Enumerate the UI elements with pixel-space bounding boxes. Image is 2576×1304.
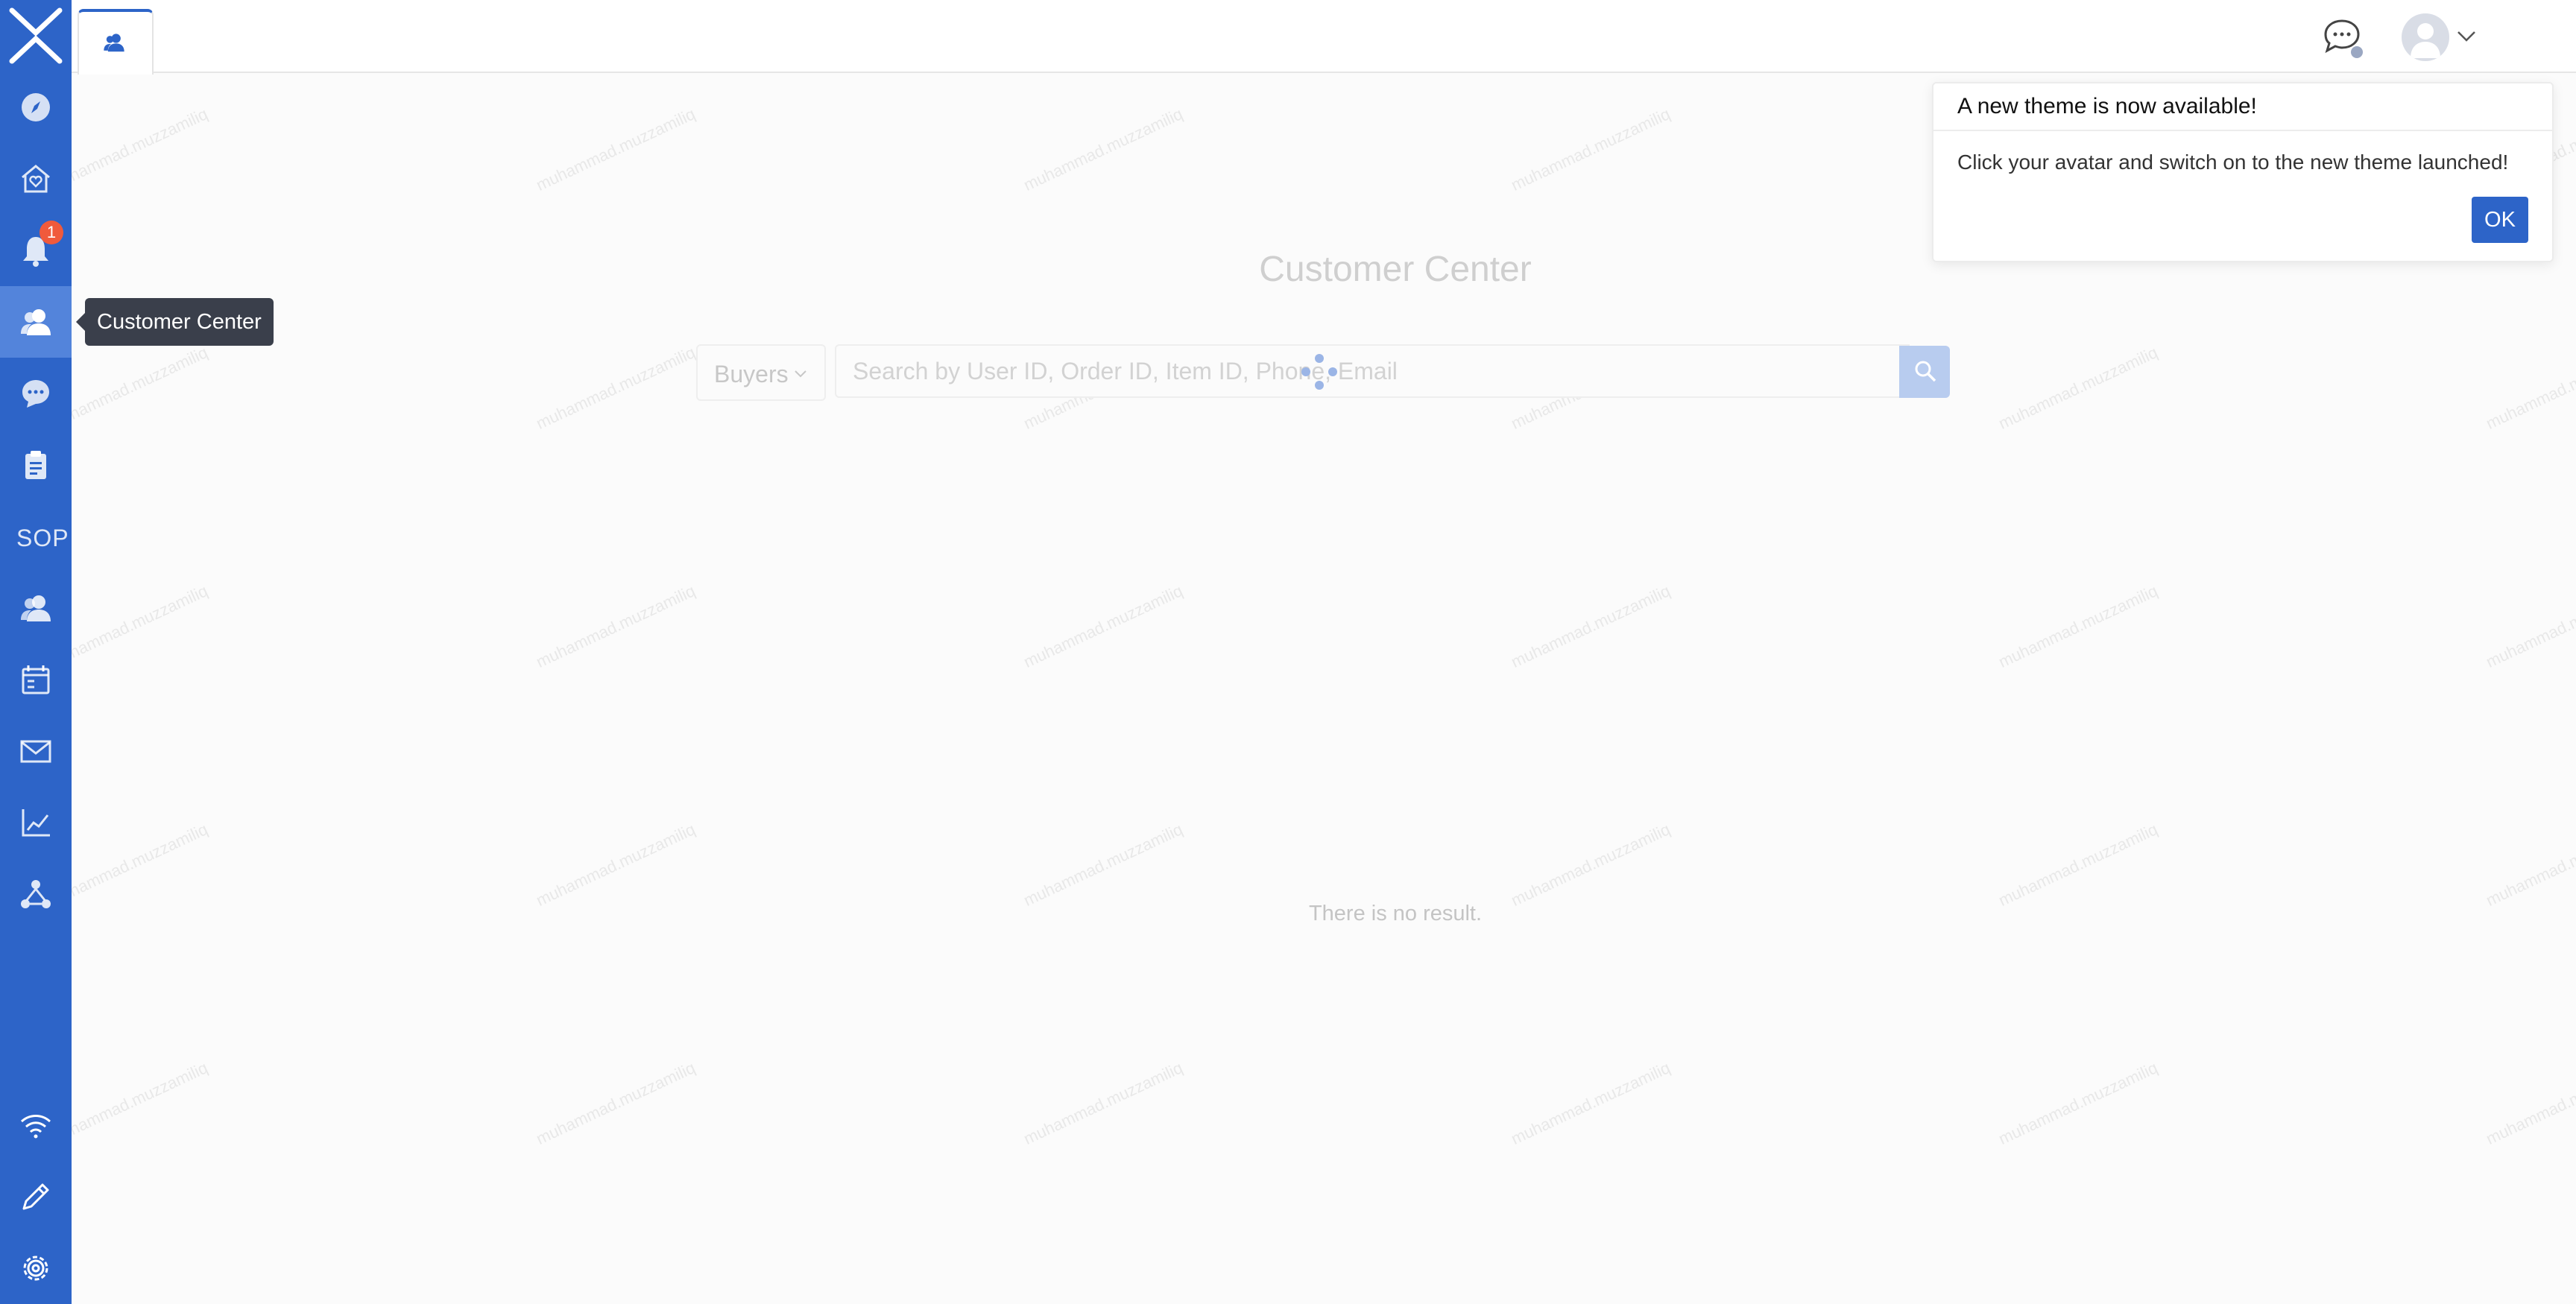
sop-icon: SOP bbox=[16, 525, 69, 551]
notification-badge: 1 bbox=[40, 221, 63, 244]
users-icon bbox=[104, 34, 124, 52]
compass-icon bbox=[22, 93, 50, 121]
watermark-text: muhammad.muzzamiliq bbox=[1020, 1058, 1186, 1148]
watermark-text: muhammad.muzzamiliq bbox=[1995, 1058, 2161, 1148]
sidebar: 1 SOP bbox=[0, 0, 72, 1304]
search-input[interactable] bbox=[835, 344, 1910, 398]
message-status-dot bbox=[2351, 46, 2363, 58]
watermark-text: muhammad.muzzamiliq bbox=[1995, 581, 2161, 671]
sidebar-item-home[interactable] bbox=[0, 143, 72, 215]
avatar-icon bbox=[2411, 23, 2440, 58]
users-icon bbox=[21, 309, 51, 335]
home-heart-icon bbox=[22, 165, 50, 193]
watermark-text: muhammad.muzzamiliq bbox=[533, 581, 698, 671]
new-theme-popover: A new theme is now available! Click your… bbox=[1932, 82, 2554, 262]
sidebar-item-notifications[interactable]: 1 bbox=[0, 215, 72, 286]
watermark-text: muhammad.muzzamiliq bbox=[72, 104, 211, 194]
chevron-down-icon[interactable] bbox=[2455, 25, 2478, 48]
logo-icon bbox=[9, 7, 63, 64]
sidebar-item-edit[interactable] bbox=[0, 1161, 72, 1232]
sidebar-item-workflow[interactable] bbox=[0, 858, 72, 930]
watermark-text: muhammad.muzzamiliq bbox=[1020, 104, 1186, 194]
sidebar-item-explore[interactable] bbox=[0, 72, 72, 143]
sidebar-item-calendar[interactable] bbox=[0, 644, 72, 715]
wifi-icon bbox=[20, 1115, 51, 1139]
watermark-text: muhammad.muzzamiliq bbox=[1508, 1058, 1673, 1148]
sidebar-item-users[interactable] bbox=[0, 572, 72, 644]
watermark-text: muhammad.muzzamiliq bbox=[1995, 343, 2161, 433]
gear-icon bbox=[23, 1256, 48, 1281]
sidebar-item-sop[interactable]: SOP bbox=[0, 501, 72, 572]
watermark-text: muhammad.muzzamiliq bbox=[2483, 1058, 2576, 1148]
tab-customer-center[interactable] bbox=[78, 9, 154, 75]
popover-title: A new theme is now available! bbox=[1957, 94, 2257, 118]
search-button[interactable] bbox=[1899, 346, 1950, 398]
watermark-text: muhammad.muzzamiliq bbox=[72, 1058, 211, 1148]
clipboard-icon bbox=[25, 451, 46, 479]
watermark-text: muhammad.muzzamiliq bbox=[72, 343, 211, 433]
watermark-text: muhammad.muzzamiliq bbox=[2483, 820, 2576, 910]
sidebar-item-chat[interactable] bbox=[0, 358, 72, 429]
watermark-text: muhammad.muzzamiliq bbox=[1508, 820, 1673, 910]
network-icon bbox=[21, 880, 51, 908]
user-avatar[interactable] bbox=[2402, 13, 2449, 61]
select-value: Buyers bbox=[714, 361, 789, 387]
line-chart-icon bbox=[22, 809, 50, 837]
sidebar-item-settings[interactable] bbox=[0, 1232, 72, 1304]
chat-bubble-icon bbox=[22, 380, 49, 408]
chevron-down-icon bbox=[795, 370, 806, 378]
sidebar-item-analytics[interactable] bbox=[0, 787, 72, 858]
top-bar bbox=[72, 0, 2576, 75]
watermark-text: muhammad.muzzamiliq bbox=[72, 820, 211, 910]
user-group-icon bbox=[21, 595, 51, 621]
watermark-text: muhammad.muzzamiliq bbox=[1020, 581, 1186, 671]
app-logo[interactable] bbox=[0, 0, 72, 72]
empty-state-text: There is no result. bbox=[1308, 902, 1483, 925]
watermark-text: muhammad.muzzamiliq bbox=[2483, 343, 2576, 433]
loading-spinner bbox=[1301, 354, 1337, 390]
watermark-text: muhammad.muzzamiliq bbox=[533, 343, 698, 433]
search-icon bbox=[1915, 361, 1936, 382]
watermark-text: muhammad.muzzamiliq bbox=[1995, 820, 2161, 910]
page-title: Customer Center bbox=[1259, 250, 1532, 289]
watermark-text: muhammad.muzzamiliq bbox=[1508, 104, 1673, 194]
user-type-select[interactable]: Buyers bbox=[696, 344, 826, 401]
watermark-text: muhammad.muzzamiliq bbox=[2483, 581, 2576, 671]
watermark-text: muhammad.muzzamiliq bbox=[533, 820, 698, 910]
mail-icon bbox=[20, 740, 51, 763]
watermark-text: muhammad.muzzamiliq bbox=[533, 1058, 698, 1148]
watermark-text: muhammad.muzzamiliq bbox=[72, 581, 211, 671]
sidebar-item-clipboard[interactable] bbox=[0, 429, 72, 501]
sidebar-item-mail[interactable] bbox=[0, 715, 72, 787]
calendar-icon bbox=[22, 665, 50, 694]
popover-body: Click your avatar and switch on to the n… bbox=[1957, 151, 2509, 174]
sidebar-item-wifi[interactable] bbox=[0, 1089, 72, 1161]
watermark-text: muhammad.muzzamiliq bbox=[1508, 581, 1673, 671]
sidebar-item-customer-center[interactable] bbox=[0, 286, 72, 358]
pencil-icon bbox=[22, 1183, 49, 1210]
watermark-text: muhammad.muzzamiliq bbox=[533, 104, 698, 194]
watermark-text: muhammad.muzzamiliq bbox=[1020, 820, 1186, 910]
ok-button[interactable]: OK bbox=[2472, 197, 2528, 243]
popover-divider bbox=[1933, 130, 2552, 131]
